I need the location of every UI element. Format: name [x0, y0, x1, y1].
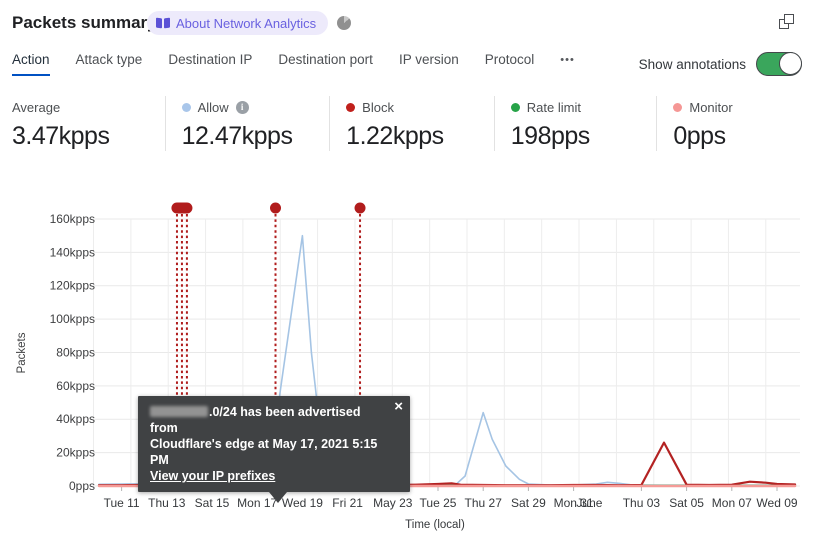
- svg-text:May 23: May 23: [373, 496, 413, 510]
- stat-value: 198pps: [510, 122, 591, 150]
- stat-allow: Allow i 12.47kpps: [164, 96, 330, 151]
- svg-text:Packets: Packets: [16, 332, 28, 373]
- stat-value: 3.47kpps: [12, 122, 110, 150]
- svg-text:Fri 21: Fri 21: [332, 496, 363, 510]
- svg-text:60kpps: 60kpps: [56, 379, 95, 393]
- svg-text:June: June: [576, 496, 602, 510]
- legend-dot: [346, 102, 356, 112]
- stat-value: 12.47kpps: [181, 122, 293, 150]
- stat-value: 0pps: [673, 122, 726, 150]
- legend-dot: [510, 102, 520, 112]
- stat-block: Block 1.22kpps: [329, 96, 494, 151]
- show-annotations-toggle[interactable]: [756, 52, 802, 76]
- tooltip-arrow: [269, 492, 287, 503]
- annotation-marker[interactable]: [354, 202, 366, 214]
- svg-text:Thu 27: Thu 27: [465, 496, 503, 510]
- stat-rate-limit: Rate limit 198pps: [493, 96, 657, 151]
- svg-text:120kpps: 120kpps: [50, 279, 95, 293]
- tab-protocol[interactable]: Protocol: [485, 52, 535, 74]
- tooltip-line1: .0/24 has been advertised from: [150, 405, 361, 435]
- stat-monitor: Monitor 0pps: [656, 96, 816, 151]
- summary-stats: Average 3.47kpps Allow i 12.47kpps Block 1.22k…: [0, 96, 816, 151]
- pie-icon[interactable]: [337, 16, 351, 30]
- tooltip-line2: Cloudflare's edge at May 17, 2021 5:15 P…: [150, 437, 378, 467]
- svg-text:40kpps: 40kpps: [56, 412, 95, 426]
- svg-text:100kpps: 100kpps: [50, 312, 95, 326]
- svg-text:Wed 19: Wed 19: [282, 496, 323, 510]
- copy-icon[interactable]: [779, 14, 794, 29]
- svg-text:140kpps: 140kpps: [50, 245, 95, 259]
- book-icon: [156, 18, 170, 29]
- svg-text:Wed 09: Wed 09: [756, 496, 797, 510]
- view-ip-prefixes-link[interactable]: View your IP prefixes: [150, 469, 275, 483]
- tabs-more-icon[interactable]: •••: [560, 52, 575, 73]
- stat-label: Average: [12, 99, 61, 115]
- about-network-analytics-badge[interactable]: About Network Analytics: [147, 11, 329, 35]
- stat-label: Rate limit: [526, 99, 581, 115]
- legend-dot: [181, 102, 191, 112]
- show-annotations-label: Show annotations: [638, 56, 746, 72]
- redacted-ip-prefix: [150, 406, 208, 417]
- svg-text:Tue 11: Tue 11: [104, 496, 140, 510]
- toggle-knob: [779, 52, 802, 75]
- tab-destination-port[interactable]: Destination port: [278, 52, 373, 74]
- legend-dot: [673, 102, 683, 112]
- x-axis: Tue 11 Thu 13 Sat 15 Mon 17 Wed 19 Fri 21 May …: [104, 486, 798, 531]
- dimension-tabs: Action Attack type Destination IP Destinati…: [12, 52, 575, 76]
- svg-text:Thu 13: Thu 13: [148, 496, 186, 510]
- svg-text:80kpps: 80kpps: [56, 345, 95, 359]
- svg-text:Sat 15: Sat 15: [195, 496, 230, 510]
- annotation-marker[interactable]: [270, 202, 282, 214]
- page-title: Packets summary: [12, 13, 157, 32]
- svg-text:Sat 05: Sat 05: [669, 496, 704, 510]
- svg-text:0pps: 0pps: [69, 479, 95, 493]
- svg-text:20kpps: 20kpps: [56, 446, 95, 460]
- svg-text:Tue 25: Tue 25: [420, 496, 457, 510]
- svg-text:Mon 07: Mon 07: [712, 496, 752, 510]
- annotation-marker-pill[interactable]: [171, 202, 193, 214]
- info-icon[interactable]: i: [235, 100, 249, 114]
- tab-destination-ip[interactable]: Destination IP: [168, 52, 252, 74]
- svg-text:Time (local): Time (local): [405, 519, 465, 531]
- stat-label: Allow: [197, 99, 229, 115]
- svg-text:Thu 03: Thu 03: [623, 496, 661, 510]
- badge-label: About Network Analytics: [176, 15, 317, 31]
- svg-text:160kpps: 160kpps: [50, 212, 95, 226]
- y-axis: 0pps 20kpps 40kpps 60kpps 80kpps 100kpps 120kp…: [16, 212, 95, 493]
- stat-label: Monitor: [689, 99, 733, 115]
- stat-label: Block: [362, 99, 394, 115]
- svg-text:Sat 29: Sat 29: [511, 496, 546, 510]
- packets-summary-panel: Packets summary About Network Analytics …: [0, 0, 816, 545]
- tab-attack-type[interactable]: Attack type: [76, 52, 143, 74]
- tab-action[interactable]: Action: [12, 52, 50, 76]
- tab-ip-version[interactable]: IP version: [399, 52, 459, 74]
- annotation-tooltip: × .0/24 has been advertised from Cloudfl…: [138, 396, 410, 503]
- close-icon[interactable]: ×: [394, 399, 403, 414]
- stat-value: 1.22kpps: [346, 122, 444, 150]
- stat-average: Average 3.47kpps: [0, 96, 165, 151]
